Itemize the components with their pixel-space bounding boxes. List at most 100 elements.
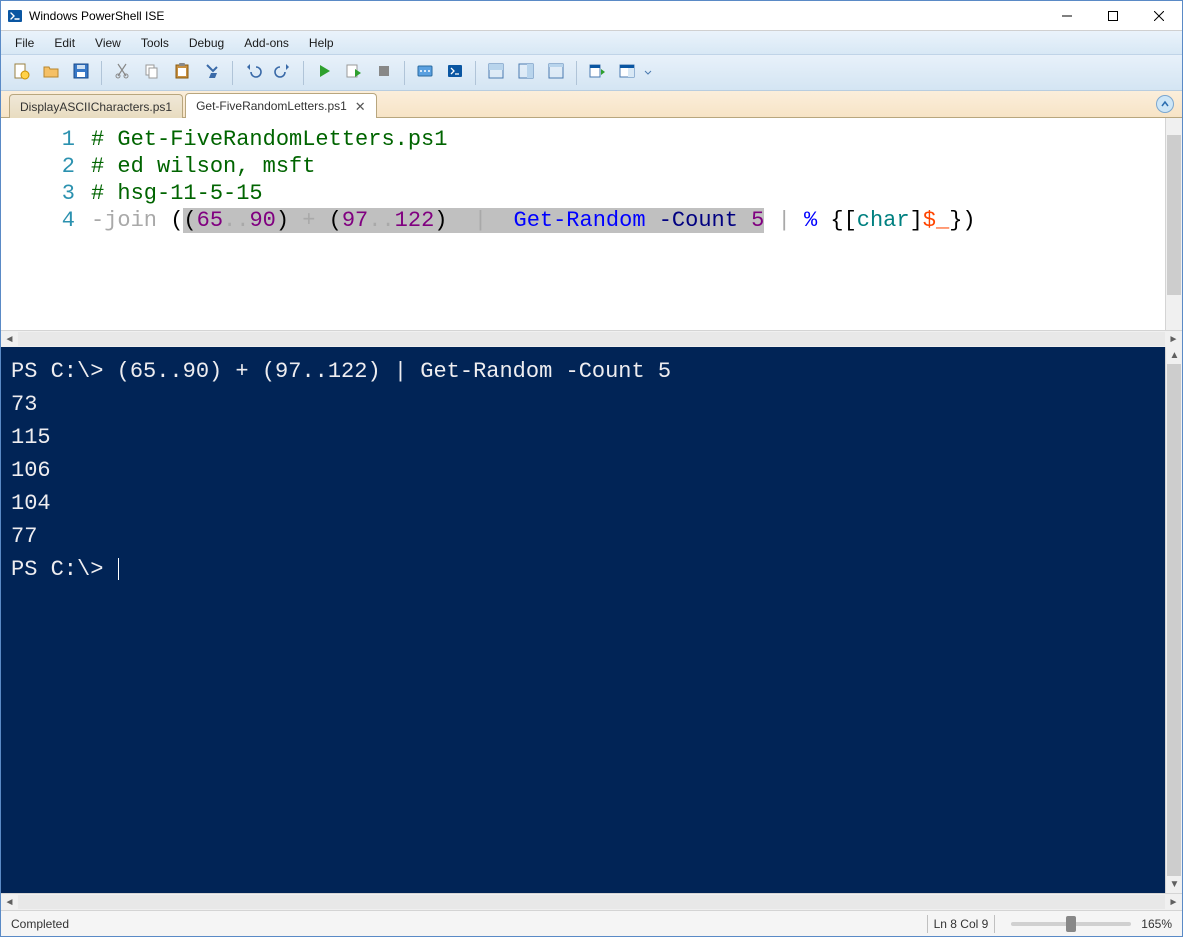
open-file-button[interactable] (37, 59, 65, 87)
show-script-max-icon (547, 62, 565, 83)
console-cursor (118, 558, 119, 580)
expand-script-pane-button[interactable] (1156, 95, 1174, 113)
scroll-right-arrow-icon[interactable]: ► (1165, 894, 1182, 911)
line-number: 1 (1, 126, 75, 153)
redo-icon (274, 62, 292, 83)
paste-button[interactable] (168, 59, 196, 87)
console-line: 106 (11, 454, 1155, 487)
code-line[interactable]: # ed wilson, msft (91, 153, 1165, 180)
scroll-up-arrow-icon[interactable]: ▲ (1166, 347, 1183, 364)
close-tab-icon[interactable]: ✕ (355, 100, 366, 113)
toolbar-separator (303, 61, 304, 85)
scroll-left-arrow-icon[interactable]: ◄ (1, 894, 18, 911)
show-script-right-button[interactable] (512, 59, 540, 87)
code-line[interactable]: -join ((65..90) + (97..122) | Get-Random… (91, 207, 1165, 234)
show-command-button[interactable] (583, 59, 611, 87)
editor-horizontal-scrollbar[interactable]: ◄ ► (1, 330, 1182, 347)
show-command-icon (588, 62, 606, 83)
cut-icon (113, 62, 131, 83)
titlebar: Windows PowerShell ISE (1, 1, 1182, 31)
copy-button[interactable] (138, 59, 166, 87)
console-vertical-scrollbar[interactable]: ▲ ▼ (1165, 347, 1182, 893)
show-script-max-button[interactable] (542, 59, 570, 87)
file-tab[interactable]: DisplayASCIICharacters.ps1 (9, 94, 183, 118)
console-line: 104 (11, 487, 1155, 520)
close-button[interactable] (1136, 1, 1182, 31)
save-file-button[interactable] (67, 59, 95, 87)
code-line[interactable]: # Get-FiveRandomLetters.ps1 (91, 126, 1165, 153)
remote-powershell-icon (416, 62, 434, 83)
toolbar-separator (101, 61, 102, 85)
maximize-button[interactable] (1090, 1, 1136, 31)
redo-button[interactable] (269, 59, 297, 87)
cut-button[interactable] (108, 59, 136, 87)
run-script-icon (315, 62, 333, 83)
app-icon (7, 8, 23, 24)
undo-icon (244, 62, 262, 83)
new-file-icon (12, 62, 30, 83)
menu-addons[interactable]: Add-ons (234, 33, 299, 53)
file-tab[interactable]: Get-FiveRandomLetters.ps1 ✕ (185, 93, 377, 118)
show-script-top-button[interactable] (482, 59, 510, 87)
run-selection-icon (345, 62, 363, 83)
console-line: 77 (11, 520, 1155, 553)
script-pane: 1234 # Get-FiveRandomLetters.ps1# ed wil… (1, 118, 1182, 347)
powershell-console-button[interactable] (441, 59, 469, 87)
menu-debug[interactable]: Debug (179, 33, 234, 53)
console-horizontal-scrollbar[interactable]: ◄ ► (1, 893, 1182, 910)
status-text: Completed (11, 917, 921, 931)
zoom-level: 165% (1141, 917, 1172, 931)
clear-button[interactable] (198, 59, 226, 87)
code-content[interactable]: # Get-FiveRandomLetters.ps1# ed wilson, … (91, 118, 1165, 330)
copy-icon (143, 62, 161, 83)
line-number: 4 (1, 207, 75, 234)
console-pane[interactable]: PS C:\> (65..90) + (97..122) | Get-Rando… (1, 347, 1165, 893)
menu-help[interactable]: Help (299, 33, 344, 53)
code-editor[interactable]: 1234 # Get-FiveRandomLetters.ps1# ed wil… (1, 118, 1182, 330)
show-script-right-icon (517, 62, 535, 83)
remote-powershell-button[interactable] (411, 59, 439, 87)
scroll-left-arrow-icon[interactable]: ◄ (1, 331, 18, 348)
run-selection-button[interactable] (340, 59, 368, 87)
console-line: PS C:\> (11, 553, 1155, 586)
toolbar-separator (576, 61, 577, 85)
powershell-console-icon (446, 62, 464, 83)
code-line[interactable]: # hsg-11-5-15 (91, 180, 1165, 207)
new-file-button[interactable] (7, 59, 35, 87)
scroll-right-arrow-icon[interactable]: ► (1165, 331, 1182, 348)
scroll-down-arrow-icon[interactable]: ▼ (1166, 876, 1183, 893)
line-number: 3 (1, 180, 75, 207)
menubar: FileEditViewToolsDebugAdd-onsHelp (1, 31, 1182, 55)
console-line: 73 (11, 388, 1155, 421)
menu-tools[interactable]: Tools (131, 33, 179, 53)
paste-icon (173, 62, 191, 83)
window-controls (1044, 1, 1182, 31)
menu-edit[interactable]: Edit (44, 33, 85, 53)
menu-file[interactable]: File (5, 33, 44, 53)
tabstrip: DisplayASCIICharacters.ps1 Get-FiveRandom… (1, 91, 1182, 118)
minimize-button[interactable] (1044, 1, 1090, 31)
statusbar: Completed Ln 8 Col 9 165% (1, 910, 1182, 936)
line-number-gutter: 1234 (1, 118, 91, 330)
console-line: PS C:\> (65..90) + (97..122) | Get-Rando… (11, 355, 1155, 388)
show-command-addon-icon (618, 62, 636, 83)
undo-button[interactable] (239, 59, 267, 87)
toolbar (1, 55, 1182, 91)
stop-button[interactable] (370, 59, 398, 87)
window-title: Windows PowerShell ISE (29, 9, 1044, 23)
save-file-icon (72, 62, 90, 83)
tab-label: DisplayASCIICharacters.ps1 (20, 100, 172, 114)
console-pane-wrapper: PS C:\> (65..90) + (97..122) | Get-Rando… (1, 347, 1182, 893)
editor-vertical-scrollbar[interactable] (1165, 118, 1182, 330)
zoom-slider[interactable] (1011, 922, 1131, 926)
show-command-addon-button[interactable] (613, 59, 641, 87)
run-script-button[interactable] (310, 59, 338, 87)
tab-label: Get-FiveRandomLetters.ps1 (196, 99, 347, 113)
toolbar-separator (475, 61, 476, 85)
clear-icon (203, 62, 221, 83)
toolbar-overflow-button[interactable] (643, 69, 653, 77)
menu-view[interactable]: View (85, 33, 131, 53)
cursor-position: Ln 8 Col 9 (934, 917, 989, 931)
show-script-top-icon (487, 62, 505, 83)
open-file-icon (42, 62, 60, 83)
